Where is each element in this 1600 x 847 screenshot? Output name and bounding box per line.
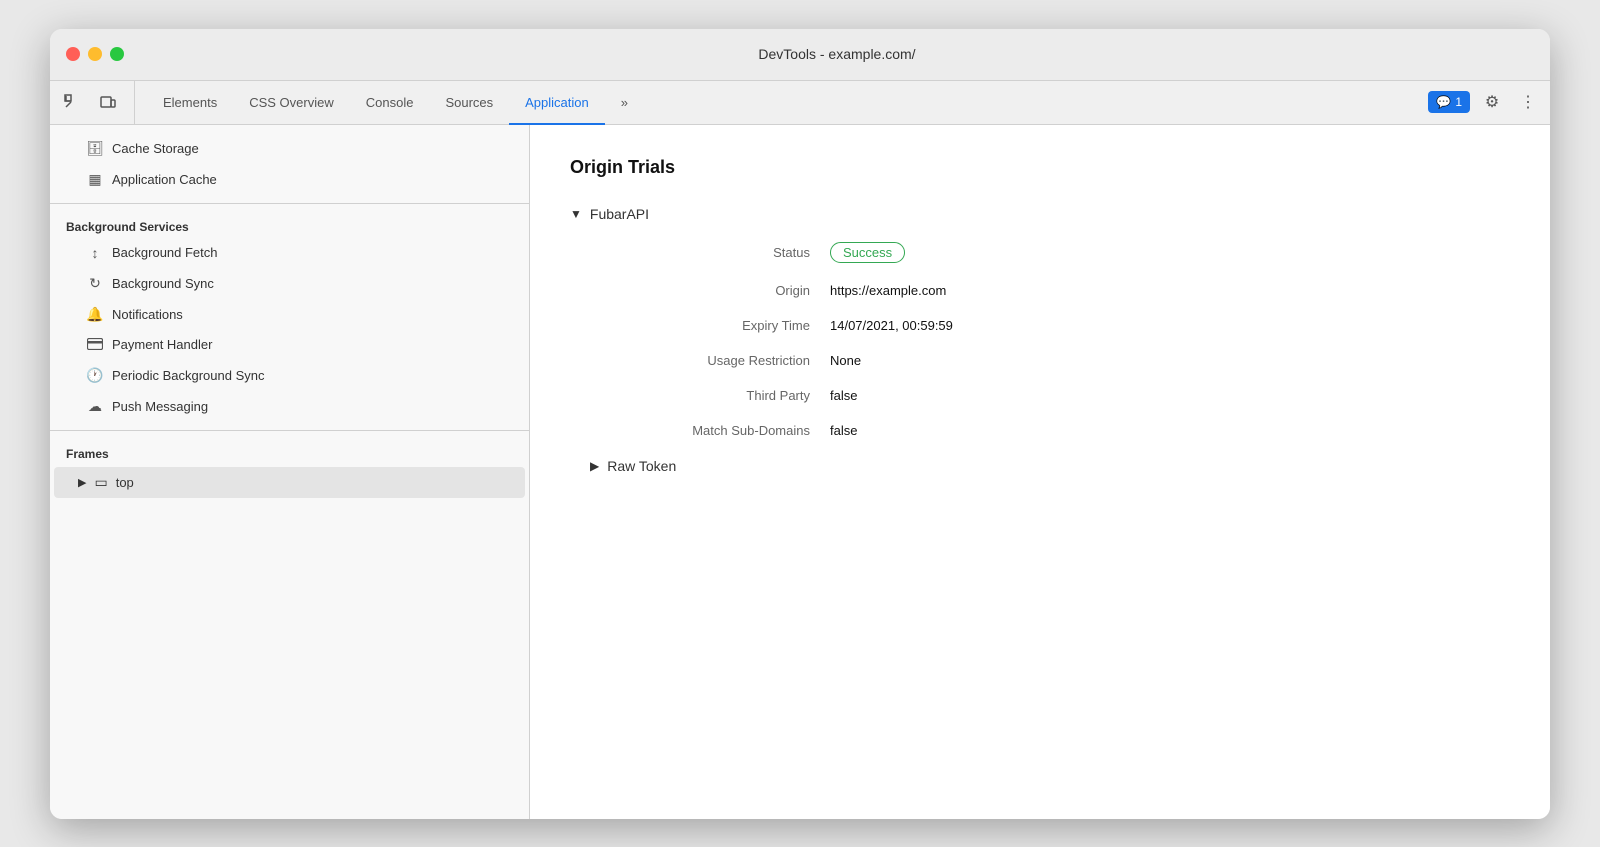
chat-icon: 💬 [1436,95,1451,109]
console-messages-badge[interactable]: 💬 1 [1428,91,1470,113]
trial-expand-arrow: ▼ [570,207,582,221]
periodic-background-sync-icon: 🕐 [86,367,104,384]
maximize-button[interactable] [110,47,124,61]
devtools-window: DevTools - example.com/ Elements [50,29,1550,819]
background-services-header: Background Services [50,212,529,238]
window-title: DevTools - example.com/ [140,46,1534,62]
expiry-value: 14/07/2021, 00:59:59 [830,318,953,333]
tab-bar-right: 💬 1 ⚙ ⋮ [1428,81,1542,124]
cache-storage-icon: 🗄 [86,140,104,157]
status-label: Status [610,245,810,260]
main-content: 🗄 Cache Storage ▦ Application Cache Back… [50,125,1550,819]
tab-sources[interactable]: Sources [429,82,509,125]
usage-restriction-row: Usage Restriction None [570,353,1510,368]
match-subdomains-row: Match Sub-Domains false [570,423,1510,438]
tab-console[interactable]: Console [350,82,430,125]
title-bar: DevTools - example.com/ [50,29,1550,81]
background-sync-icon: ↻ [86,275,104,292]
frame-icon: ▭ [94,474,107,491]
third-party-row: Third Party false [570,388,1510,403]
status-badge: Success [830,242,905,263]
tabs: Elements CSS Overview Console Sources Ap… [147,81,1428,124]
sidebar-item-push-messaging[interactable]: ☁ Push Messaging [54,391,525,422]
match-subdomains-label: Match Sub-Domains [610,423,810,438]
origin-value: https://example.com [830,283,946,298]
sidebar: 🗄 Cache Storage ▦ Application Cache Back… [50,125,530,819]
sidebar-item-background-fetch[interactable]: ↕ Background Fetch [54,238,525,268]
settings-button[interactable]: ⚙ [1478,88,1506,116]
sidebar-item-background-sync[interactable]: ↻ Background Sync [54,268,525,299]
application-cache-icon: ▦ [86,171,104,188]
sidebar-item-cache-storage[interactable]: 🗄 Cache Storage [54,133,525,164]
sidebar-divider-1 [50,203,529,204]
expiry-row: Expiry Time 14/07/2021, 00:59:59 [570,318,1510,333]
more-options-button[interactable]: ⋮ [1514,88,1542,116]
sidebar-item-application-cache[interactable]: ▦ Application Cache [54,164,525,195]
inspect-icon[interactable] [58,88,86,116]
background-fetch-icon: ↕ [86,245,104,261]
gear-icon: ⚙ [1485,92,1499,112]
usage-restriction-label: Usage Restriction [610,353,810,368]
sidebar-item-periodic-background-sync[interactable]: 🕐 Periodic Background Sync [54,360,525,391]
badge-count: 1 [1455,95,1462,109]
payment-handler-icon [86,337,104,353]
traffic-lights [66,47,124,61]
more-tabs-button[interactable]: » [605,82,644,125]
sidebar-item-payment-handler[interactable]: Payment Handler [54,330,525,360]
trial-toggle[interactable]: ▼ FubarAPI [570,206,1510,222]
tab-css-overview[interactable]: CSS Overview [233,82,350,125]
notifications-icon: 🔔 [86,306,104,323]
raw-token-arrow: ▶ [590,459,599,473]
minimize-button[interactable] [88,47,102,61]
origin-label: Origin [610,283,810,298]
tab-elements[interactable]: Elements [147,82,233,125]
sidebar-item-notifications[interactable]: 🔔 Notifications [54,299,525,330]
tab-application[interactable]: Application [509,82,605,125]
sidebar-item-top-frame[interactable]: ▶ ▭ top [54,467,525,498]
match-subdomains-value: false [830,423,857,438]
trial-section: ▼ FubarAPI Status Success Origin https:/… [570,206,1510,474]
ellipsis-icon: ⋮ [1520,92,1536,112]
status-row: Status Success [570,242,1510,263]
origin-row: Origin https://example.com [570,283,1510,298]
frames-header: Frames [50,439,529,465]
raw-token-label: Raw Token [607,458,676,474]
status-value: Success [830,242,905,263]
main-panel: Origin Trials ▼ FubarAPI Status Success … [530,125,1550,819]
usage-restriction-value: None [830,353,861,368]
sidebar-divider-2 [50,430,529,431]
frame-expand-arrow: ▶ [78,476,86,489]
trial-name: FubarAPI [590,206,649,222]
page-title: Origin Trials [570,157,1510,178]
push-messaging-icon: ☁ [86,398,104,415]
third-party-value: false [830,388,857,403]
device-mode-icon[interactable] [94,88,122,116]
third-party-label: Third Party [610,388,810,403]
close-button[interactable] [66,47,80,61]
tab-bar: Elements CSS Overview Console Sources Ap… [50,81,1550,125]
raw-token-toggle[interactable]: ▶ Raw Token [570,458,1510,474]
tab-bar-icons [58,81,135,124]
expiry-label: Expiry Time [610,318,810,333]
